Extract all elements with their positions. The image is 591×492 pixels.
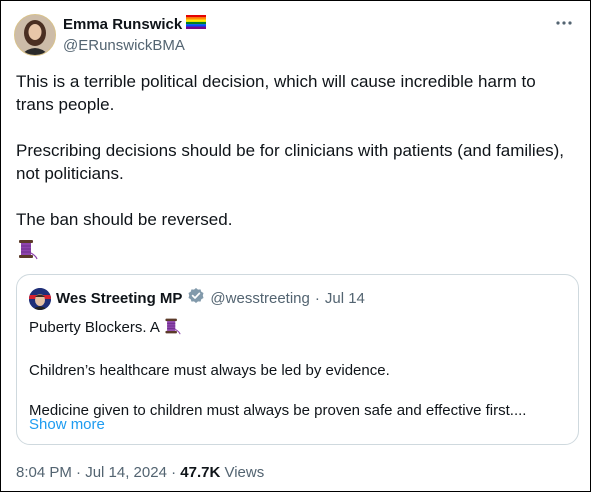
tweet-timestamp[interactable]: 8:04 PM · Jul 14, 2024 (16, 464, 167, 481)
views-count: 47.7K (180, 464, 221, 481)
show-more-link[interactable]: Show more (29, 416, 105, 433)
quoted-author-avatar[interactable] (29, 287, 51, 310)
author-name[interactable]: Emma Runswick (63, 16, 182, 34)
tweet-card: Emma Runswick @ERunswickBMA This is a te… (0, 0, 591, 492)
tweet-footer: 8:04 PM · Jul 14, 2024 · 47.7K Views (16, 464, 264, 481)
rainbow-flag-icon (186, 15, 207, 34)
quoted-line: Children’s healthcare must always be led… (29, 362, 390, 379)
quoted-line: Puberty Blockers. A (29, 317, 569, 341)
verified-badge-icon (187, 287, 205, 310)
quoted-tweet-date[interactable]: Jul 14 (325, 290, 365, 307)
spool-of-thread-icon (16, 238, 38, 265)
separator-dot: · (314, 290, 320, 307)
author-avatar[interactable] (14, 14, 56, 56)
quoted-tweet-text: Puberty Blockers. A Children’s healthcar… (29, 317, 569, 421)
quoted-tweet[interactable]: Wes Streeting MP @wesstreeting · Jul 14 … (16, 274, 579, 445)
tweet-text: This is a terrible political decision, w… (16, 70, 576, 231)
quoted-line: Medicine given to children must always b… (29, 402, 527, 419)
quoted-author-handle[interactable]: @wesstreeting (210, 290, 309, 307)
quoted-line-text: Puberty Blockers. A (29, 319, 160, 336)
tweet-paragraph: The ban should be reversed. (16, 210, 233, 229)
spool-of-thread-icon (163, 317, 181, 341)
tweet-paragraph: This is a terrible political decision, w… (16, 72, 536, 114)
tweet-paragraph: Prescribing decisions should be for clin… (16, 141, 565, 183)
separator-dot: · (171, 464, 177, 481)
author-handle[interactable]: @ERunswickBMA (63, 37, 185, 55)
quoted-author-name[interactable]: Wes Streeting MP (56, 290, 182, 307)
more-options-icon[interactable] (554, 13, 574, 33)
views-label: Views (224, 464, 265, 481)
